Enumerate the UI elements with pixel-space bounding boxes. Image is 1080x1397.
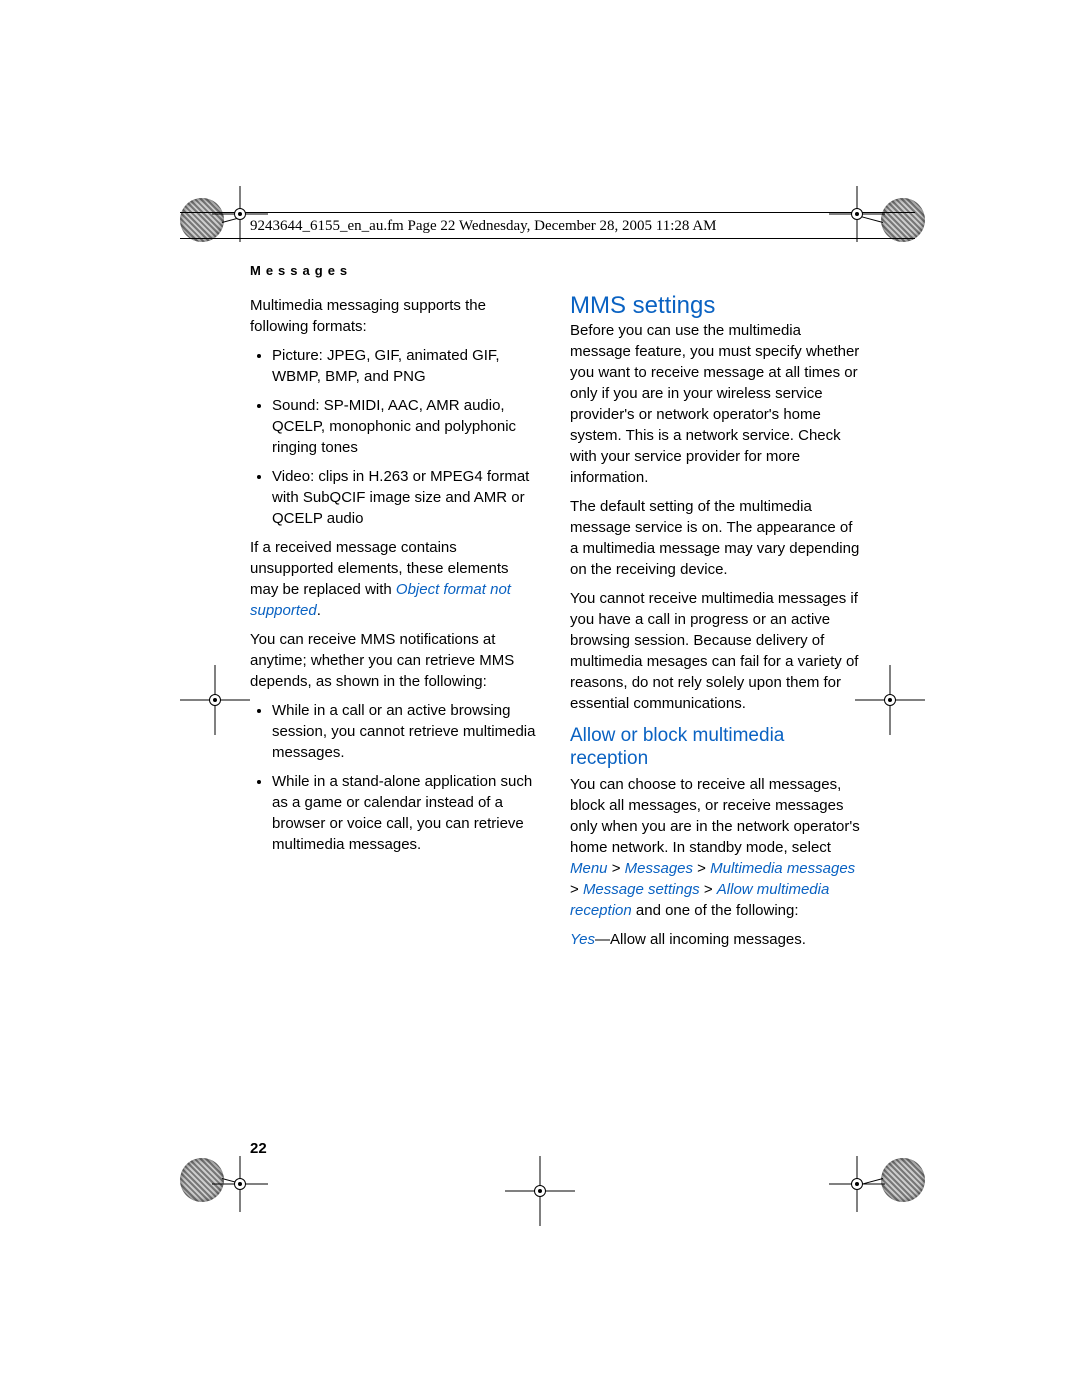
registration-ball-icon <box>881 1158 925 1202</box>
crosshair-icon <box>212 1156 268 1212</box>
crosshair-icon <box>829 186 885 242</box>
crosshair-icon <box>829 1156 885 1212</box>
text: and one of the following: <box>632 902 799 919</box>
para: The default setting of the multimedia me… <box>570 496 860 580</box>
menu-path: Menu <box>570 860 608 877</box>
bullet-list: Picture: JPEG, GIF, animated GIF, WBMP, … <box>250 345 540 529</box>
menu-path: Multimedia messages <box>710 860 855 877</box>
heading-mms-settings: MMS settings <box>570 295 860 316</box>
header-rule <box>180 212 915 213</box>
page-number: 22 <box>250 1140 267 1157</box>
list-item: Sound: SP-MIDI, AAC, AMR audio, QCELP, m… <box>272 395 540 458</box>
page-container: 9243644_6155_en_au.fm Page 22 Wednesday,… <box>0 0 1080 1397</box>
text: —Allow all incoming messages. <box>595 931 806 948</box>
crosshair-icon <box>855 665 925 735</box>
para: You can receive MMS notifications at any… <box>250 629 540 692</box>
text: > <box>700 881 717 898</box>
menu-path: Messages <box>625 860 693 877</box>
left-column: Multimedia messaging supports the follow… <box>250 295 540 958</box>
para: Yes—Allow all incoming messages. <box>570 929 860 950</box>
content-columns: Multimedia messaging supports the follow… <box>250 295 860 958</box>
heading-allow-block: Allow or block multimedia reception <box>570 724 860 770</box>
list-item: Picture: JPEG, GIF, animated GIF, WBMP, … <box>272 345 540 387</box>
menu-path: Message settings <box>583 881 700 898</box>
text: > <box>608 860 625 877</box>
list-item: While in a stand-alone application such … <box>272 771 540 855</box>
para: Multimedia messaging supports the follow… <box>250 295 540 337</box>
para: Before you can use the multimedia messag… <box>570 320 860 488</box>
bullet-list: While in a call or an active browsing se… <box>250 700 540 855</box>
header-rule <box>180 238 915 239</box>
header-meta: 9243644_6155_en_au.fm Page 22 Wednesday,… <box>180 217 915 235</box>
text: . <box>317 602 321 619</box>
text: > <box>570 881 583 898</box>
list-item: While in a call or an active browsing se… <box>272 700 540 763</box>
list-item: Video: clips in H.263 or MPEG4 format wi… <box>272 466 540 529</box>
para: If a received message contains unsupport… <box>250 537 540 621</box>
right-column: MMS settings Before you can use the mult… <box>570 295 860 958</box>
para: You can choose to receive all messages, … <box>570 774 860 921</box>
text: > <box>693 860 710 877</box>
crosshair-icon <box>505 1156 575 1226</box>
crosshair-icon <box>212 186 268 242</box>
crosshair-icon <box>180 665 250 735</box>
para: You cannot receive multimedia messages i… <box>570 588 860 714</box>
section-label: Messages <box>250 263 352 278</box>
text: You can choose to receive all messages, … <box>570 776 860 856</box>
option-text: Yes <box>570 931 595 948</box>
